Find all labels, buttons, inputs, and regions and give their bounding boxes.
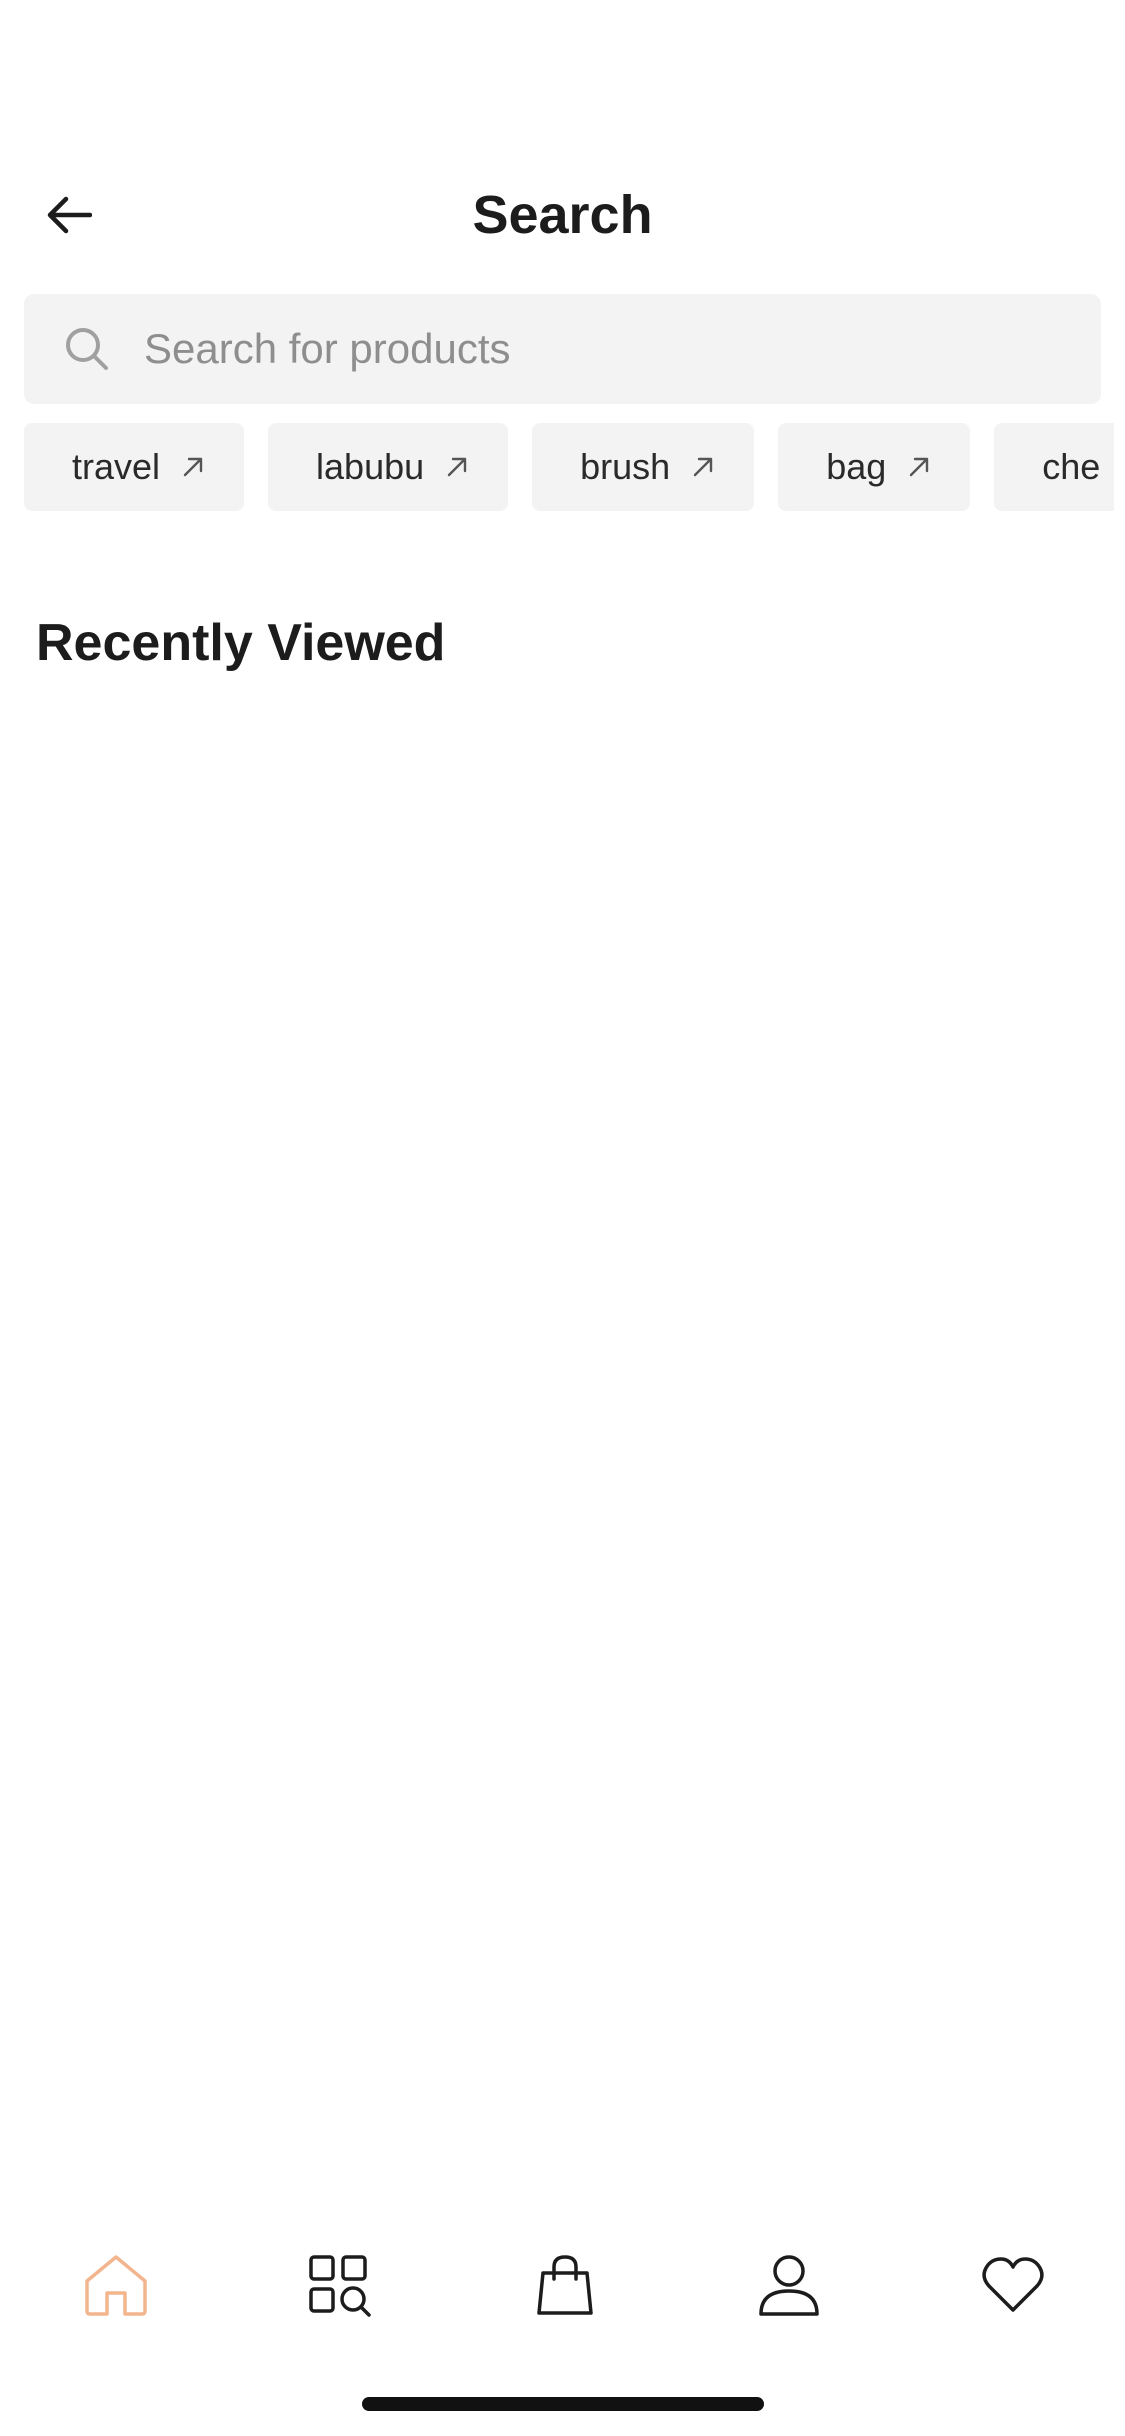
chip-label: bag xyxy=(826,446,887,487)
chip-brush[interactable]: brush xyxy=(532,423,755,511)
arrow-up-right-icon xyxy=(908,456,930,478)
nav-wishlist[interactable] xyxy=(973,2245,1053,2325)
profile-icon xyxy=(759,2255,819,2316)
search-input[interactable] xyxy=(144,309,1044,389)
nav-categories[interactable] xyxy=(300,2245,380,2325)
search-page: Search travel labubu brush xyxy=(0,0,1125,2436)
chip-label: labubu xyxy=(316,446,425,487)
nav-bag[interactable] xyxy=(525,2245,605,2325)
arrow-up-right-icon xyxy=(692,456,714,478)
heart-icon xyxy=(982,2257,1044,2312)
search-icon xyxy=(62,324,112,374)
arrow-up-right-icon xyxy=(182,456,204,478)
header: Search xyxy=(0,160,1125,270)
search-bar[interactable] xyxy=(24,294,1101,404)
chip-label: brush xyxy=(580,446,671,487)
chip-che[interactable]: che xyxy=(994,423,1114,511)
arrow-up-right-icon xyxy=(446,456,468,478)
home-indicator xyxy=(362,2397,764,2411)
home-icon xyxy=(85,2255,147,2316)
page-title: Search xyxy=(472,185,653,245)
nav-profile[interactable] xyxy=(749,2245,829,2325)
recently-viewed-title: Recently Viewed xyxy=(36,614,446,672)
categories-search-icon xyxy=(309,2255,371,2317)
chip-travel[interactable]: travel xyxy=(24,423,245,511)
chip-label: che xyxy=(1042,446,1101,487)
search-suggestion-chips: travel labubu brush bag che xyxy=(24,423,1114,513)
shopping-bag-icon xyxy=(536,2255,593,2315)
chip-bag[interactable]: bag xyxy=(778,423,971,511)
nav-home[interactable] xyxy=(76,2245,156,2325)
bottom-nav xyxy=(0,2230,1125,2340)
chip-labubu[interactable]: labubu xyxy=(268,423,509,511)
chip-label: travel xyxy=(72,446,161,487)
